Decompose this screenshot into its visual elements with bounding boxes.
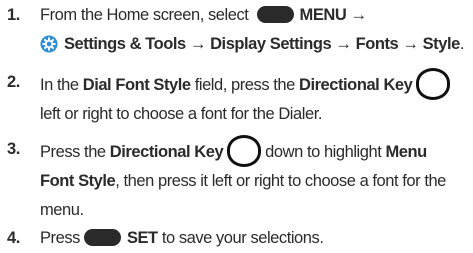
menu-path-item: Style: [422, 35, 461, 53]
directional-key-icon: [227, 135, 262, 167]
text-line: left or right to choose a font for the D…: [40, 100, 471, 129]
punctuation: .: [459, 35, 465, 53]
menu-key-label: MENU: [299, 6, 347, 24]
step-number: 2.: [7, 73, 20, 91]
arrow-icon: →: [402, 35, 419, 53]
set-key-label: SET: [126, 229, 158, 247]
soft-key-button-icon: [256, 6, 294, 23]
text-line: From the Home screen, select MENU →: [40, 1, 471, 30]
step-number: 3.: [7, 140, 20, 158]
text: In the: [40, 76, 79, 94]
menu-path-item: Settings & Tools: [64, 35, 186, 53]
text: Press the: [40, 143, 106, 161]
soft-key-button-icon: [83, 229, 121, 246]
step-text: From the Home screen, select MENU → Sett…: [40, 1, 471, 59]
text: Press: [40, 229, 80, 247]
directional-key-icon: [416, 68, 451, 100]
text: From the Home screen, select: [40, 6, 249, 24]
instruction-list: 1. From the Home screen, select MENU → S…: [0, 0, 473, 253]
text-line: Press SET to save your selections.: [40, 224, 471, 253]
step-number: 1.: [7, 6, 20, 24]
field-name: Font Style: [40, 172, 116, 190]
step-number: 4.: [7, 229, 20, 247]
menu-path-item: Display Settings: [210, 35, 332, 53]
arrow-icon: →: [189, 35, 207, 53]
field-name: Menu: [385, 143, 428, 161]
menu-path-item: Fonts: [355, 35, 399, 53]
text-line: In the Dial Font Style field, press the …: [40, 68, 471, 100]
text: left or right to choose a font for the D…: [40, 105, 322, 123]
step-text: Press the Directional Key down to highlig…: [40, 135, 471, 225]
step-text: In the Dial Font Style field, press the …: [40, 68, 471, 129]
step-text: Press SET to save your selections.: [40, 224, 471, 253]
text-line: Press the Directional Key down to highlig…: [40, 135, 471, 167]
text-line: Settings & Tools → Display Settings → Fo…: [40, 30, 471, 59]
arrow-icon: →: [335, 35, 352, 53]
text: down to highlight: [265, 143, 382, 161]
text-line: Font Style, then press it left or right …: [40, 167, 471, 196]
field-name: Dial Font Style: [82, 76, 191, 94]
arrow-icon: →: [350, 6, 367, 24]
text: field, press the: [194, 76, 296, 94]
settings-gear-icon: [40, 35, 58, 53]
text: , then press it left or right to choose …: [115, 172, 446, 190]
key-name: Directional Key: [298, 76, 413, 94]
text: to save your selections.: [161, 229, 324, 247]
text: menu.: [40, 201, 84, 219]
text-line: menu.: [40, 196, 471, 225]
key-name: Directional Key: [109, 143, 224, 161]
